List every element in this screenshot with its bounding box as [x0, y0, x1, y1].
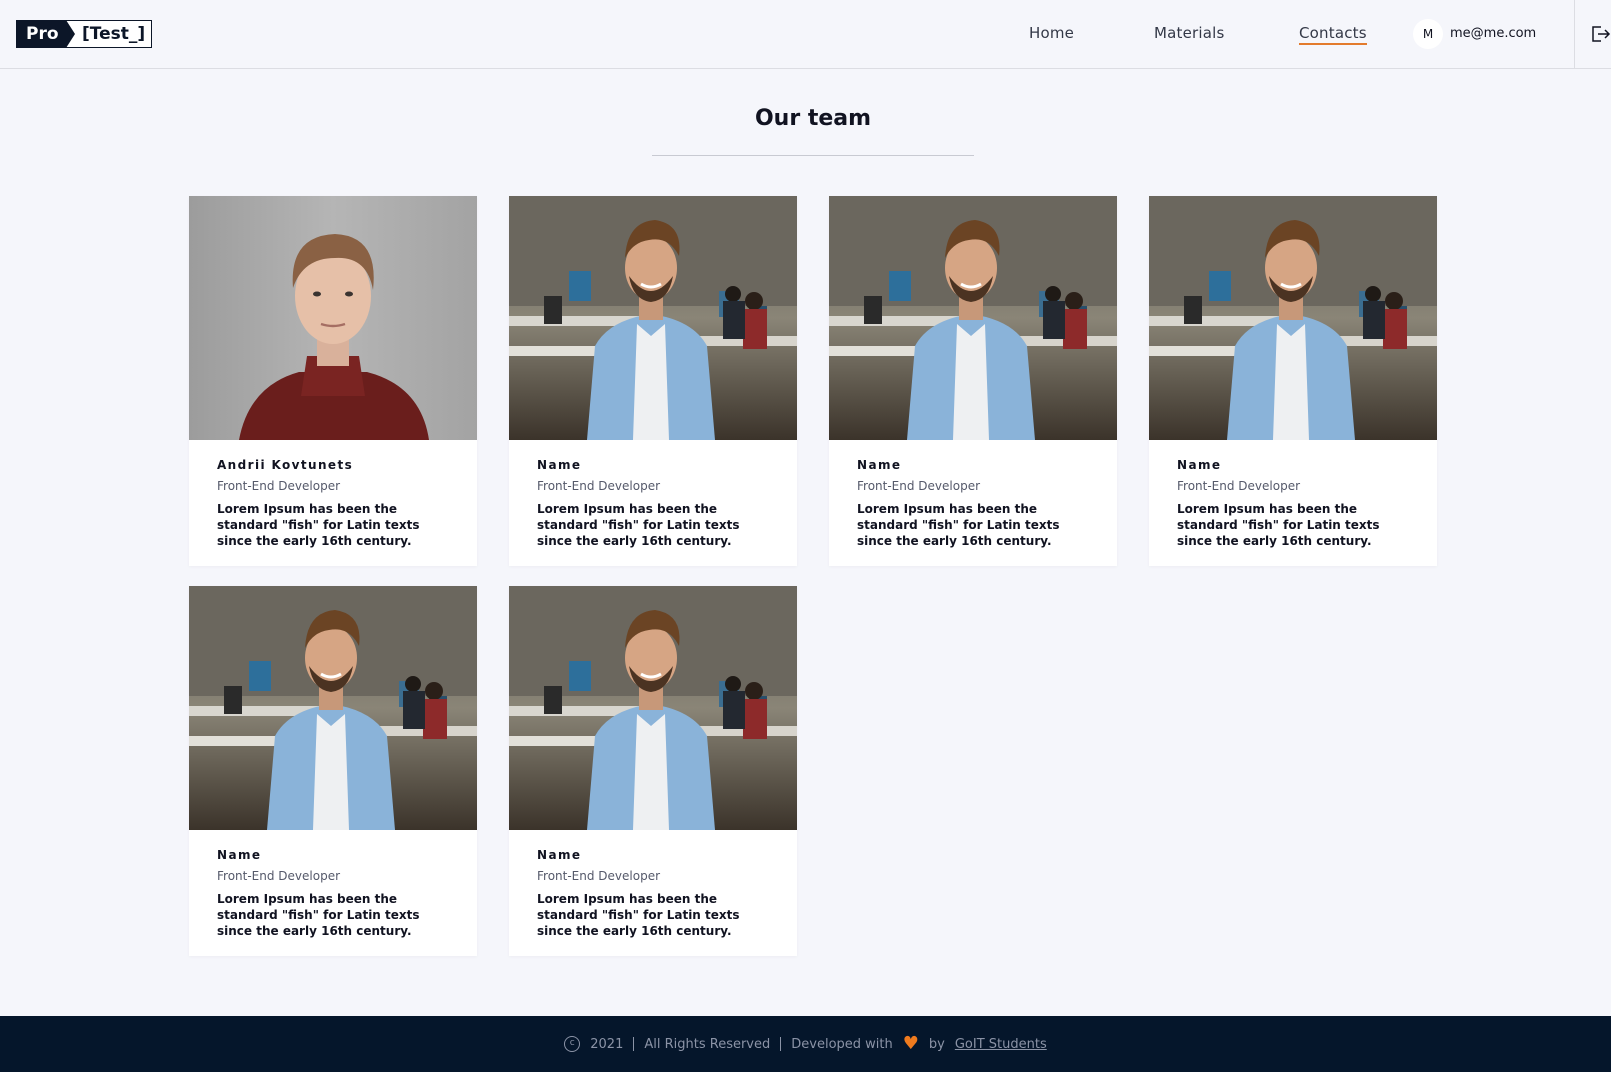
footer-separator	[780, 1037, 782, 1051]
logo-pro: Pro	[16, 20, 75, 48]
member-name: Andrii Kovtunets	[217, 458, 354, 472]
nav-materials-link[interactable]: Materials	[1154, 24, 1225, 42]
team-card: Name Front-End Developer Lorem Ipsum has…	[189, 586, 477, 956]
member-name: Name	[537, 848, 582, 862]
page-title: Our team	[754, 106, 872, 131]
site-footer: c 2021 All Rights Reserved Developed wit…	[0, 1016, 1611, 1072]
title-divider	[652, 155, 974, 156]
nav-home-link[interactable]: Home	[1029, 24, 1074, 42]
member-description: Lorem Ipsum has been the standard "fish"…	[217, 502, 420, 548]
site-header: Pro [Test_] Home Materials Contacts M me…	[0, 0, 1611, 69]
footer-goit-link[interactable]: GoIT Students	[955, 1037, 1047, 1052]
member-description: Lorem Ipsum has been the standard "fish"…	[537, 892, 740, 938]
member-name: Name	[217, 848, 262, 862]
team-card: Name Front-End Developer Lorem Ipsum has…	[829, 196, 1117, 566]
nav-contacts-link[interactable]: Contacts	[1299, 24, 1367, 45]
footer-rights: All Rights Reserved	[644, 1036, 771, 1052]
team-member-photo	[509, 586, 797, 830]
member-name: Name	[1177, 458, 1222, 472]
team-card: Name Front-End Developer Lorem Ipsum has…	[509, 586, 797, 956]
team-member-photo	[1149, 196, 1437, 440]
team-member-photo	[189, 196, 477, 440]
footer-separator	[633, 1037, 635, 1051]
user-avatar[interactable]: M	[1413, 19, 1443, 49]
footer-developed: Developed with	[791, 1036, 893, 1052]
logout-button[interactable]	[1590, 24, 1611, 44]
member-role: Front-End Developer	[537, 869, 661, 883]
user-email: me@me.com	[1450, 26, 1537, 41]
member-role: Front-End Developer	[217, 869, 341, 883]
team-member-photo	[509, 196, 797, 440]
team-card: Name Front-End Developer Lorem Ipsum has…	[509, 196, 797, 566]
member-name: Name	[857, 458, 902, 472]
copyright-icon: c	[564, 1036, 581, 1052]
team-member-photo	[189, 586, 477, 830]
member-name: Name	[537, 458, 582, 472]
team-card: Name Front-End Developer Lorem Ipsum has…	[1149, 196, 1437, 566]
logout-icon	[1592, 26, 1611, 42]
site-logo[interactable]: Pro [Test_]	[16, 20, 153, 48]
footer-year: 2021	[590, 1036, 624, 1052]
member-role: Front-End Developer	[217, 479, 341, 493]
member-description: Lorem Ipsum has been the standard "fish"…	[537, 502, 740, 548]
member-description: Lorem Ipsum has been the standard "fish"…	[857, 502, 1060, 548]
member-description: Lorem Ipsum has been the standard "fish"…	[1177, 502, 1380, 548]
team-member-photo	[829, 196, 1117, 440]
member-description: Lorem Ipsum has been the standard "fish"…	[217, 892, 420, 938]
header-divider	[1574, 0, 1575, 69]
member-role: Front-End Developer	[537, 479, 661, 493]
heart-icon: ♥	[902, 1033, 919, 1054]
member-role: Front-End Developer	[1177, 479, 1301, 493]
member-role: Front-End Developer	[857, 479, 981, 493]
team-card: Andrii Kovtunets Front-End Developer Lor…	[189, 196, 477, 566]
footer-by: by	[928, 1036, 945, 1052]
logo-test: [Test_]	[66, 20, 153, 48]
